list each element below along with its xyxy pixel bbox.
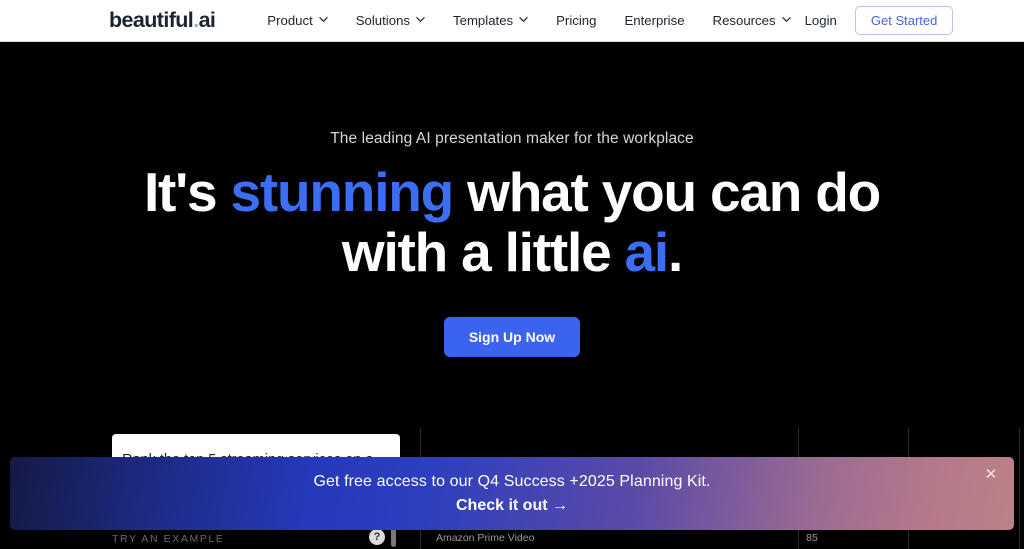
headline-accent-2: ai bbox=[624, 220, 670, 283]
headline-line-2: with a little ai. bbox=[0, 223, 1024, 281]
nav-item-enterprise[interactable]: Enterprise bbox=[610, 14, 698, 27]
hero-headline: It's stunning what you can do with a lit… bbox=[0, 160, 1024, 282]
headline-text-4: . bbox=[668, 220, 683, 283]
nav-item-label: Templates bbox=[453, 12, 514, 28]
nav-item-pricing[interactable]: Pricing bbox=[542, 14, 610, 27]
column-divider bbox=[1019, 428, 1020, 549]
promo-banner: Get free access to our Q4 Success +2025 … bbox=[10, 457, 1014, 530]
nav-item-label: Enterprise bbox=[624, 12, 685, 28]
logo-text-main: beautiful bbox=[109, 7, 194, 32]
table-row-value: 85 bbox=[806, 532, 818, 544]
chevron-down-icon bbox=[319, 15, 328, 24]
promo-banner-link[interactable]: Check it out → bbox=[456, 496, 568, 515]
table-row-label: Amazon Prime Video bbox=[436, 532, 535, 544]
scrollbar-thumb[interactable] bbox=[391, 527, 396, 547]
chevron-down-icon bbox=[781, 15, 791, 24]
nav-item-label: Resources bbox=[712, 12, 776, 28]
promo-banner-headline: Get free access to our Q4 Success +2025 … bbox=[313, 472, 711, 490]
hero-section: The leading AI presentation maker for th… bbox=[0, 42, 1024, 358]
help-icon[interactable]: ? bbox=[369, 529, 385, 545]
headline-text-1: It's bbox=[143, 160, 231, 223]
site-header: beautiful.ai Product Solutions Templates bbox=[0, 0, 1024, 42]
headline-accent-1: stunning bbox=[230, 160, 455, 223]
try-an-example-label[interactable]: TRY AN EXAMPLE bbox=[112, 533, 224, 545]
sign-up-now-button[interactable]: Sign Up Now bbox=[443, 317, 581, 358]
close-icon[interactable]: ✕ bbox=[982, 466, 1000, 484]
nav-item-label: Product bbox=[267, 12, 313, 28]
nav-item-templates[interactable]: Templates bbox=[439, 14, 542, 27]
nav-item-label: Pricing bbox=[556, 12, 597, 28]
main-navigation: Product Solutions Templates Pricing Ente… bbox=[253, 14, 804, 27]
hero-cta-wrap: Sign Up Now bbox=[0, 317, 1024, 358]
promo-banner-content: Get free access to our Q4 Success +2025 … bbox=[10, 457, 1014, 530]
hero-eyebrow: The leading AI presentation maker for th… bbox=[330, 130, 694, 147]
nav-item-product[interactable]: Product bbox=[253, 14, 341, 27]
nav-item-solutions[interactable]: Solutions bbox=[342, 14, 439, 27]
page-root: beautiful.ai Product Solutions Templates bbox=[0, 0, 1024, 549]
chevron-down-icon bbox=[519, 15, 528, 24]
headline-text-2: what you can do bbox=[453, 160, 881, 223]
headline-text-3: with a little bbox=[341, 220, 625, 283]
get-started-button[interactable]: Get Started bbox=[854, 6, 954, 35]
nav-item-label: Solutions bbox=[355, 12, 411, 28]
nav-item-resources[interactable]: Resources bbox=[699, 14, 805, 27]
logo-text-suffix: ai bbox=[198, 7, 216, 32]
login-link[interactable]: Login bbox=[805, 13, 837, 28]
chevron-down-icon bbox=[416, 15, 425, 24]
site-logo[interactable]: beautiful.ai bbox=[109, 7, 216, 32]
header-actions: Login Get Started bbox=[805, 6, 954, 35]
